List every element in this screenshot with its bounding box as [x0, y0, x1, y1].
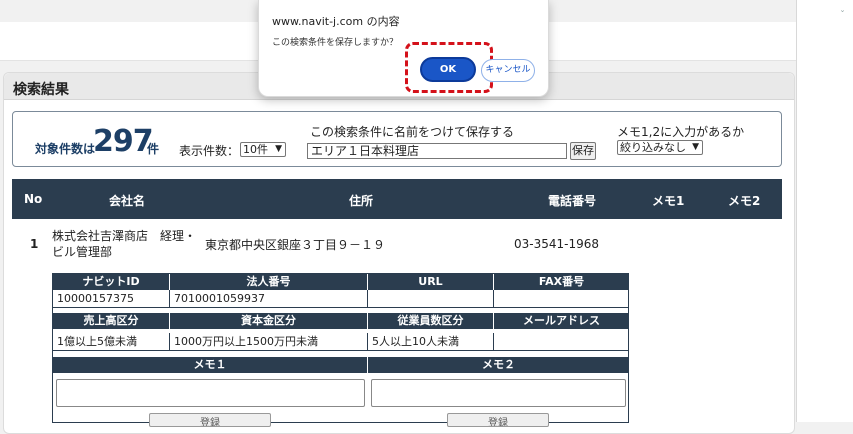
- chevron-down-icon: ▼: [692, 142, 699, 152]
- memo-filter-select[interactable]: 絞り込みなし ▼: [617, 140, 703, 155]
- detail-header: 法人番号: [170, 274, 367, 290]
- company-detail-table: ナビットID 法人番号 URL FAX番号 10000157375 701000…: [52, 273, 629, 427]
- capital-range-value: 1000万円以上1500万円未満: [170, 333, 368, 351]
- results-table-header: No 会社名 住所 電話番号 メモ1 メモ2: [12, 179, 782, 219]
- col-address: 住所: [349, 194, 374, 208]
- col-memo1: メモ1: [652, 194, 685, 208]
- detail-header: 資本金区分: [170, 313, 367, 329]
- save-condition-label: この検索条件に名前をつけて保存する: [310, 125, 515, 139]
- sales-range-value: 1億以上5億未満: [53, 333, 170, 351]
- per-page-value: 10件: [243, 143, 268, 156]
- url-value: [368, 290, 494, 308]
- memo2-header: メモ２: [368, 357, 629, 373]
- detail-header: FAX番号: [494, 274, 629, 290]
- fax-value: [494, 290, 629, 308]
- result-count: 297: [93, 124, 154, 159]
- memo-filter-label: メモ1,2に入力があるか: [617, 125, 745, 139]
- dialog-message: この検索条件を保存しますか？: [272, 38, 399, 48]
- col-phone: 電話番号: [548, 194, 597, 208]
- col-memo2: メモ2: [728, 194, 761, 208]
- ok-button[interactable]: OK: [420, 57, 476, 82]
- detail-header: メールアドレス: [494, 313, 629, 329]
- detail-header: 売上高区分: [53, 313, 169, 329]
- cancel-button[interactable]: キャンセル: [481, 59, 535, 82]
- memo-filter-value: 絞り込みなし: [620, 141, 686, 154]
- count-label: 対象件数は: [35, 142, 96, 156]
- save-button[interactable]: 保存: [570, 142, 596, 160]
- chevron-down-icon: ▼: [275, 144, 282, 154]
- company-address: 東京都中央区銀座３丁目９－１９: [205, 238, 386, 252]
- sidebar-mark: ˇ: [840, 10, 845, 21]
- company-phone: 03-3541-1968: [514, 237, 600, 251]
- corporate-number-value: 7010001059937: [170, 290, 368, 308]
- row-number: 1: [30, 237, 39, 251]
- register-memo2-button[interactable]: 登録: [447, 413, 549, 427]
- panel-title: 検索結果: [13, 82, 69, 98]
- register-memo1-button[interactable]: 登録: [149, 413, 271, 427]
- col-company: 会社名: [109, 194, 146, 208]
- per-page-label: 表示件数：: [179, 144, 240, 158]
- col-no: No: [24, 192, 43, 206]
- navit-id-value: 10000157375: [53, 290, 170, 308]
- count-unit: 件: [147, 142, 160, 156]
- save-name-input[interactable]: エリア１日本料理店: [307, 143, 567, 159]
- detail-header: URL: [368, 274, 493, 290]
- memo1-header: メモ１: [53, 357, 367, 373]
- search-summary-box: 対象件数は 297 件 表示件数： 10件 ▼ この検索条件に名前をつけて保存す…: [12, 111, 782, 167]
- dialog-title: www.navit-j.com の内容: [272, 15, 400, 28]
- detail-header: 従業員数区分: [368, 313, 493, 329]
- employee-range-value: 5人以上10人未満: [368, 333, 494, 351]
- company-name: 株式会社吉澤商店 経理・ビル管理部: [52, 229, 197, 259]
- per-page-select[interactable]: 10件 ▼: [240, 142, 286, 157]
- right-sidebar: ˇ: [796, 0, 853, 422]
- email-value: [494, 333, 629, 351]
- memo2-textarea[interactable]: [371, 379, 626, 407]
- memo1-textarea[interactable]: [56, 379, 365, 407]
- detail-header: ナビットID: [53, 274, 169, 290]
- confirm-dialog: www.navit-j.com の内容 この検索条件を保存しますか？ OK キャ…: [258, 0, 549, 97]
